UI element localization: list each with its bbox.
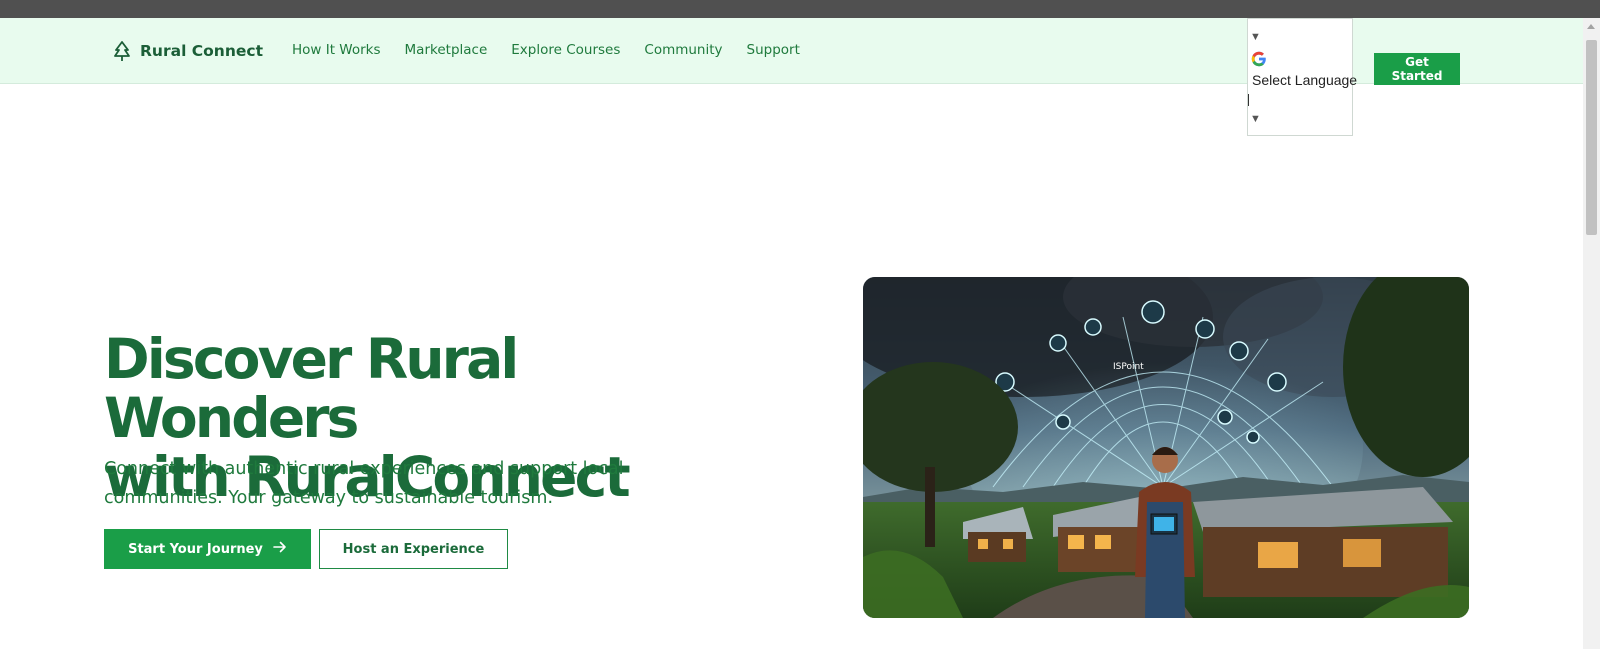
google-g-icon (1250, 50, 1268, 73)
hero-title-line-1: Discover Rural Wonders (104, 327, 519, 450)
nav-link-marketplace[interactable]: Marketplace (405, 42, 488, 58)
hero-image: ISPoint (863, 277, 1469, 618)
main-nav: How It Works Marketplace Explore Courses… (292, 42, 800, 58)
host-an-experience-button[interactable]: Host an Experience (319, 529, 508, 569)
nav-link-how-it-works[interactable]: How It Works (292, 42, 381, 58)
text-caret (1248, 94, 1249, 106)
hero-subtitle-line-1: Connect with authentic rural experiences… (104, 459, 624, 479)
start-your-journey-label: Start Your Journey (128, 541, 263, 557)
nav-link-explore-courses[interactable]: Explore Courses (511, 42, 620, 58)
page-scrollbar[interactable] (1583, 18, 1600, 649)
browser-bookmarks-bar (0, 0, 1600, 18)
nav-link-community[interactable]: Community (644, 42, 722, 58)
language-selector[interactable]: ▼ Select Language ▼ (1247, 18, 1357, 136)
hero-image-label: ISPoint (1113, 362, 1144, 372)
brand-name: Rural Connect (140, 42, 263, 60)
select-language-label: Select Language (1252, 72, 1358, 88)
dropdown-arrow-icon: ▼ (1250, 31, 1261, 43)
hero-subtitle: Connect with authentic rural experiences… (104, 455, 664, 513)
get-started-button[interactable]: Get Started (1374, 53, 1460, 85)
tree-icon (112, 40, 132, 62)
brand-logo-link[interactable]: Rural Connect (112, 39, 263, 63)
arrow-right-icon (273, 541, 287, 557)
hero-subtitle-line-2: communities. Your gateway to sustainable… (104, 488, 554, 508)
nav-link-support[interactable]: Support (747, 42, 800, 58)
scroll-up-arrow-icon[interactable] (1587, 24, 1595, 29)
dropdown-arrow-icon: ▼ (1250, 113, 1261, 125)
start-your-journey-button[interactable]: Start Your Journey (104, 529, 311, 569)
scrollbar-thumb[interactable] (1586, 40, 1597, 235)
